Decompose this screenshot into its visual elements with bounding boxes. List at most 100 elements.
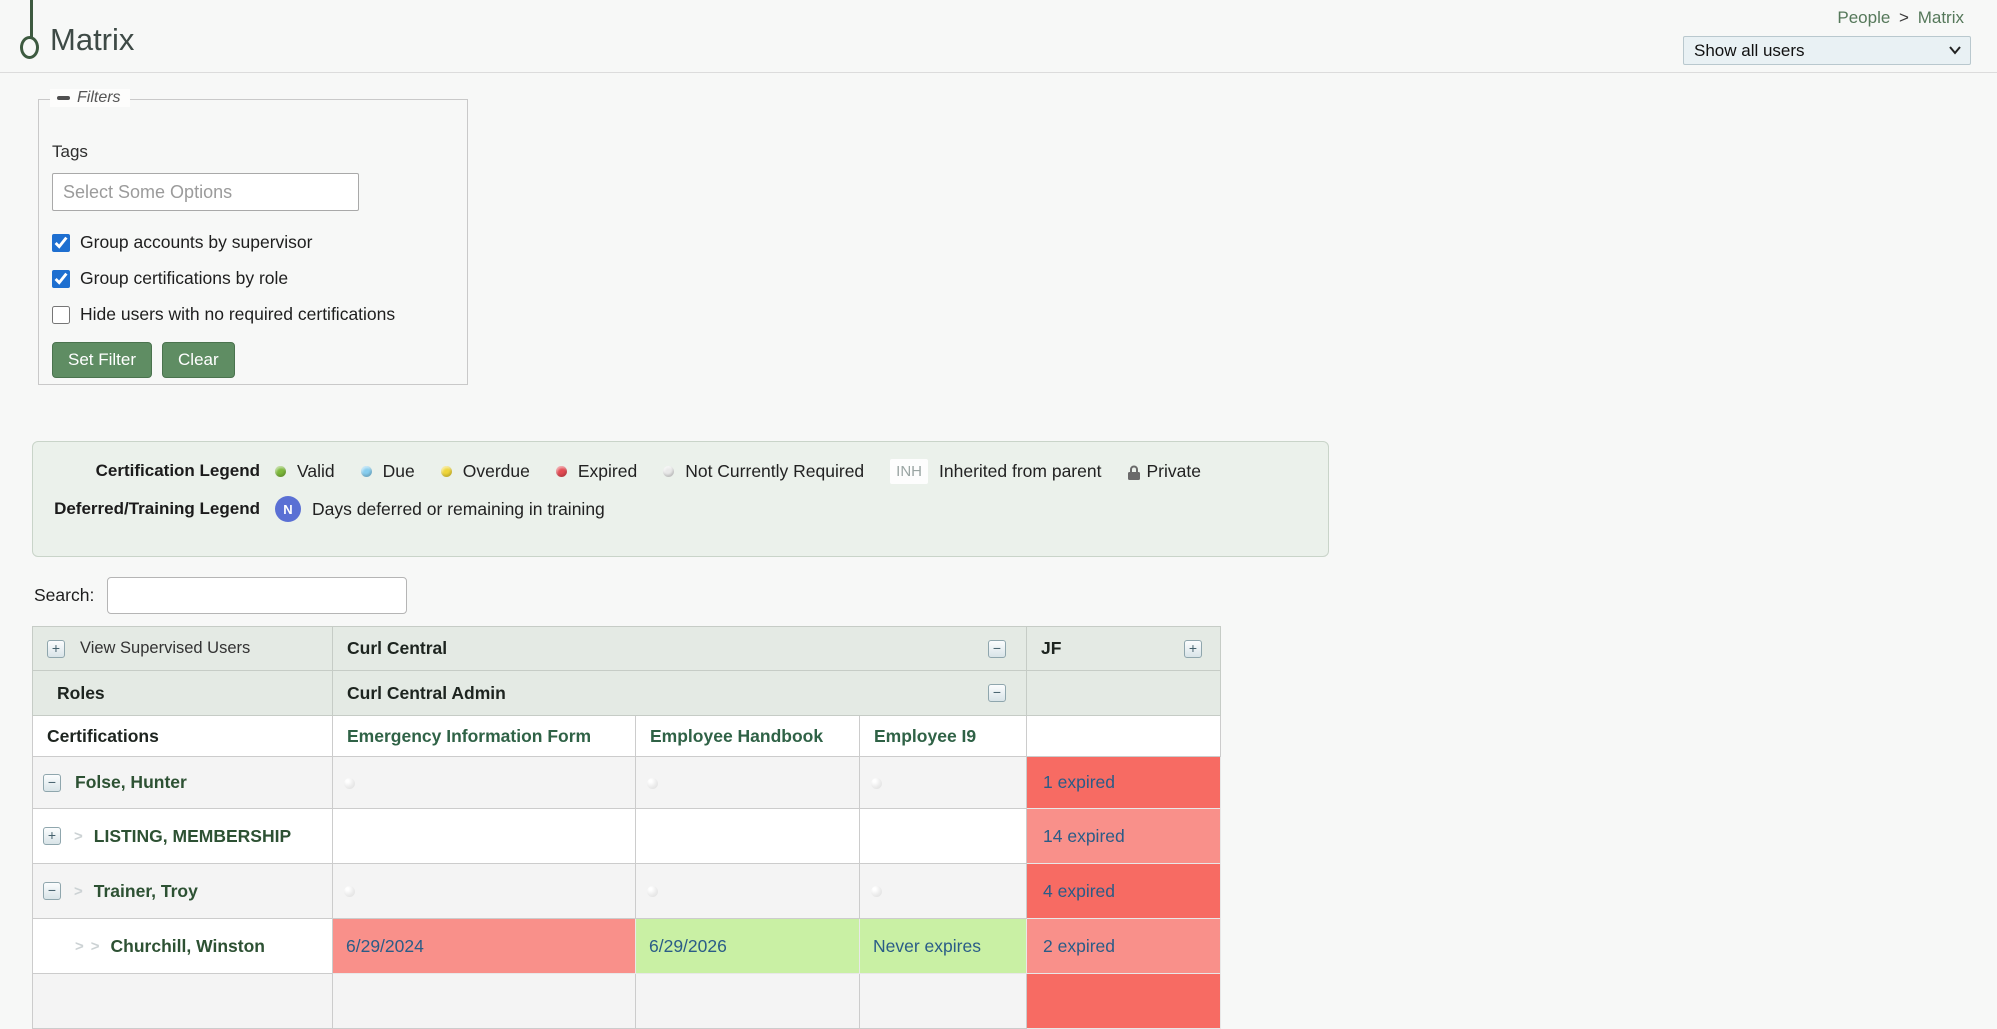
table-row-trainer-troy: − > Trainer, Troy 4 expired (33, 864, 1221, 919)
table-row-partial (33, 974, 1221, 1029)
table-header-row-org: + View Supervised Users Curl Central − J… (33, 627, 1221, 671)
tree-chevron-icon: > (74, 883, 83, 900)
group-by-supervisor-checkbox[interactable] (52, 234, 70, 252)
cert-column-employee-i9[interactable]: Employee I9 (860, 726, 1026, 747)
legend-item-deferred: N Days deferred or remaining in training (275, 496, 605, 522)
legend-item-label: Valid (297, 461, 335, 482)
legend-panel: Certification Legend Valid Due Overdue E… (32, 441, 1329, 557)
certifications-label: Certifications (47, 726, 159, 747)
user-scope-select[interactable]: Show all users (1683, 36, 1971, 65)
checkbox-group-by-role[interactable]: Group certifications by role (52, 268, 467, 289)
cert-column-employee-handbook[interactable]: Employee Handbook (636, 726, 859, 747)
certification-legend-label: Certification Legend (33, 461, 275, 481)
legend-item-label: Overdue (463, 461, 530, 482)
breadcrumb-separator: > (1899, 8, 1909, 27)
cert-date-cell[interactable]: Never expires (860, 936, 1026, 957)
user-name-link[interactable]: Trainer, Troy (94, 881, 198, 902)
breadcrumb-people-link[interactable]: People (1837, 8, 1890, 27)
user-name-link[interactable]: Churchill, Winston (111, 936, 265, 957)
table-header-row-roles: Roles Curl Central Admin − (33, 671, 1221, 716)
not-required-dot-icon (344, 886, 355, 897)
filters-legend-label: Filters (77, 89, 121, 107)
overdue-dot-icon (441, 466, 452, 477)
expand-group-icon[interactable]: + (1184, 640, 1202, 658)
filters-panel: Filters Tags Group accounts by superviso… (38, 99, 468, 385)
user-scope-select-wrap: Show all users (1683, 36, 1971, 65)
checkbox-label: Group accounts by supervisor (80, 232, 312, 253)
not-required-dot-icon (344, 778, 355, 789)
collapse-row-icon[interactable]: − (43, 882, 61, 900)
due-dot-icon (361, 466, 372, 477)
set-filter-button[interactable]: Set Filter (52, 342, 152, 378)
legend-item-label: Due (383, 461, 415, 482)
legend-item-label: Private (1146, 461, 1200, 482)
legend-item-not-required: Not Currently Required (663, 461, 864, 482)
expand-row-icon[interactable]: + (43, 827, 61, 845)
legend-item-overdue: Overdue (441, 461, 530, 482)
legend-item-private: Private (1127, 461, 1200, 482)
group-header: JF (1041, 638, 1061, 659)
clear-button[interactable]: Clear (162, 342, 235, 378)
organization-header: Curl Central (347, 638, 447, 659)
expired-dot-icon (556, 466, 567, 477)
certification-matrix-table: + View Supervised Users Curl Central − J… (32, 626, 1221, 1029)
not-required-dot-icon (663, 466, 674, 477)
summary-expired-cell[interactable]: 4 expired (1027, 881, 1220, 902)
cert-column-emergency-form[interactable]: Emergency Information Form (333, 726, 635, 747)
breadcrumb: People > Matrix (1837, 8, 1964, 28)
collapse-role-icon[interactable]: − (988, 684, 1006, 702)
table-row-listing-membership: + > LISTING, MEMBERSHIP 14 expired (33, 809, 1221, 864)
not-required-dot-icon (871, 778, 882, 789)
filters-legend[interactable]: Filters (50, 89, 130, 107)
valid-dot-icon (275, 466, 286, 477)
view-supervised-users-label: View Supervised Users (80, 639, 250, 658)
checkbox-label: Group certifications by role (80, 268, 288, 289)
checkbox-hide-no-required[interactable]: Hide users with no required certificatio… (52, 304, 467, 325)
search-label: Search: (34, 585, 94, 606)
cert-date-cell[interactable]: 6/29/2024 (333, 936, 635, 957)
collapse-row-icon[interactable]: − (43, 774, 61, 792)
summary-expired-cell[interactable]: 1 expired (1027, 772, 1220, 793)
decorative-circle-icon (20, 36, 39, 59)
checkbox-group-by-supervisor[interactable]: Group accounts by supervisor (52, 232, 467, 253)
collapse-organization-icon[interactable]: − (988, 640, 1006, 658)
tree-chevron-icon: > (75, 938, 84, 955)
not-required-dot-icon (871, 886, 882, 897)
expand-supervised-icon[interactable]: + (47, 640, 65, 658)
roles-label: Roles (57, 683, 105, 704)
user-name-link[interactable]: LISTING, MEMBERSHIP (94, 826, 291, 847)
hide-no-required-checkbox[interactable] (52, 306, 70, 324)
checkbox-label: Hide users with no required certificatio… (80, 304, 395, 325)
table-row-churchill-winston: > > Churchill, Winston 6/29/2024 6/29/20… (33, 919, 1221, 974)
table-header-row-certifications: Certifications Emergency Information For… (33, 716, 1221, 757)
legend-item-expired: Expired (556, 461, 637, 482)
not-required-dot-icon (647, 886, 658, 897)
not-required-dot-icon (647, 778, 658, 789)
decorative-line (30, 0, 33, 38)
inh-badge: INH (890, 459, 928, 484)
role-name-header: Curl Central Admin (347, 683, 506, 704)
collapse-dash-icon (57, 96, 70, 100)
legend-item-valid: Valid (275, 461, 335, 482)
legend-item-label: Expired (578, 461, 637, 482)
legend-item-label: Inherited from parent (939, 461, 1101, 482)
breadcrumb-matrix[interactable]: Matrix (1918, 8, 1964, 27)
page-header: Matrix People > Matrix Show all users (0, 0, 1997, 73)
cert-date-cell[interactable]: 6/29/2026 (636, 936, 859, 957)
tags-label: Tags (52, 142, 467, 162)
tree-chevron-icon: > (91, 938, 100, 955)
legend-item-label: Not Currently Required (685, 461, 864, 482)
summary-expired-cell[interactable]: 14 expired (1027, 826, 1220, 847)
group-by-role-checkbox[interactable] (52, 270, 70, 288)
tags-input[interactable] (52, 173, 359, 211)
summary-expired-cell[interactable]: 2 expired (1027, 936, 1220, 957)
lock-icon (1127, 465, 1141, 481)
legend-item-due: Due (361, 461, 415, 482)
n-badge-icon: N (275, 496, 301, 522)
deferred-legend-label: Deferred/Training Legend (33, 499, 275, 519)
table-row-folse-hunter: − Folse, Hunter 1 expired (33, 757, 1221, 809)
search-input[interactable] (107, 577, 407, 614)
page-title: Matrix (50, 22, 134, 58)
search-row: Search: (34, 577, 1997, 614)
user-name-link[interactable]: Folse, Hunter (75, 772, 187, 793)
